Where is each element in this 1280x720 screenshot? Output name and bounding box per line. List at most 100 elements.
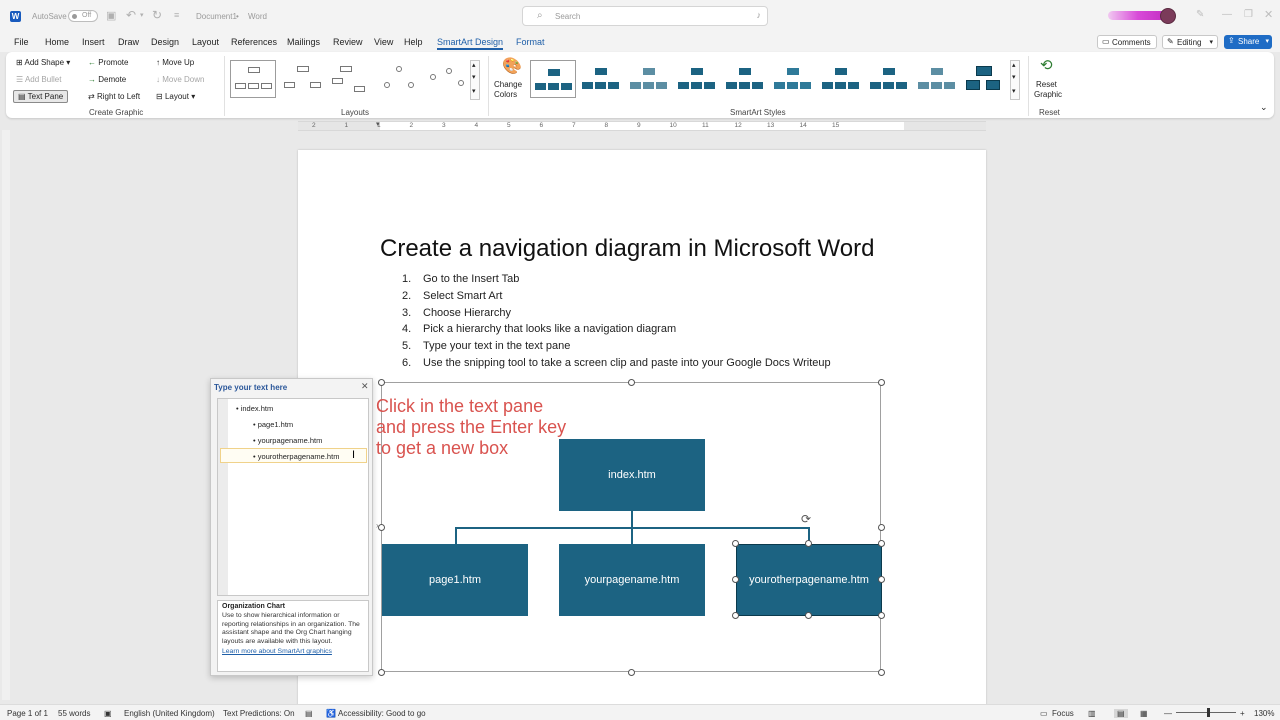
tab-home[interactable]: Home <box>45 37 69 47</box>
close-icon[interactable]: ✕ <box>1264 8 1273 21</box>
document-heading[interactable]: Create a navigation diagram in Microsoft… <box>380 235 874 263</box>
tab-view[interactable]: View <box>374 37 393 47</box>
minimize-icon[interactable]: — <box>1222 9 1232 20</box>
tab-format[interactable]: Format <box>516 37 545 47</box>
autosave-toggle[interactable]: Off <box>68 10 98 22</box>
bullet-item-2[interactable]: • page1.htm <box>253 420 293 429</box>
tab-help[interactable]: Help <box>404 37 423 47</box>
web-layout-icon[interactable]: ▦ <box>1140 709 1148 718</box>
bullet-item-1[interactable]: • index.htm <box>236 404 273 413</box>
style-thumb-5[interactable] <box>722 60 768 98</box>
redo-icon[interactable]: ↻ <box>152 8 162 22</box>
vertical-ruler[interactable] <box>2 130 10 700</box>
shape-handle-n[interactable] <box>805 540 812 547</box>
learn-more-link[interactable]: Learn more about SmartArt graphics <box>222 648 364 655</box>
word-logo-icon[interactable]: W <box>10 11 21 22</box>
list-item-1[interactable]: 1. Go to the Insert Tab <box>402 273 519 285</box>
read-mode-icon[interactable]: ▥ <box>1088 709 1096 718</box>
page-count[interactable]: Page 1 of 1 <box>7 709 48 718</box>
shape-handle-sw[interactable] <box>732 612 739 619</box>
tab-insert[interactable]: Insert <box>82 37 105 47</box>
list-item-4[interactable]: 4. Pick a hierarchy that looks like a nav… <box>402 323 676 335</box>
layout-thumb-half-circle[interactable] <box>328 60 374 98</box>
layout-thumb-circle-picture[interactable] <box>376 60 422 98</box>
tab-review[interactable]: Review <box>333 37 363 47</box>
zoom-in-icon[interactable]: + <box>1240 709 1245 718</box>
zoom-slider[interactable] <box>1176 708 1236 717</box>
style-thumb-2[interactable] <box>578 60 624 98</box>
list-item-5[interactable]: 5. Type your text in the text pane <box>402 340 570 352</box>
resize-handle-e[interactable] <box>878 524 885 531</box>
shape-handle-se[interactable] <box>878 612 885 619</box>
style-thumb-8[interactable] <box>866 60 912 98</box>
resize-handle-ne[interactable] <box>878 379 885 386</box>
customize-qat-icon[interactable]: ≡ <box>174 10 179 20</box>
bullet-item-4[interactable]: • yourotherpagename.htm <box>220 448 367 463</box>
style-thumb-7[interactable] <box>818 60 864 98</box>
macro-icon[interactable]: ▤ <box>305 709 313 718</box>
text-predictions[interactable]: Text Predictions: On <box>223 709 295 718</box>
text-pane-button[interactable]: ▤ Text Pane <box>13 90 69 103</box>
close-icon[interactable]: ✕ <box>361 381 369 392</box>
resize-handle-nw[interactable] <box>378 379 385 386</box>
expand-text-pane-icon[interactable]: › <box>376 521 379 530</box>
editing-mode-button[interactable]: ✎ Editing ▾ <box>1162 35 1218 49</box>
bullet-item-3[interactable]: • yourpagename.htm <box>253 436 322 445</box>
layout-dropdown[interactable]: ⊟ Layout ▾ <box>156 92 195 101</box>
horizontal-ruler[interactable]: 2 1 1 2 3 4 5 6 7 8 9 10 11 12 13 14 15 ▾ <box>298 121 986 131</box>
move-up-button[interactable]: ↑ Move Up <box>156 58 194 67</box>
node-root[interactable]: index.htm <box>559 439 705 511</box>
shape-handle-e[interactable] <box>878 576 885 583</box>
focus-icon[interactable]: ▭ <box>1040 709 1048 718</box>
styles-gallery-scroll[interactable]: ▴ ▾ ▾ <box>1010 60 1020 100</box>
share-button[interactable]: ⇪ Share ▾ <box>1224 35 1272 49</box>
list-item-3[interactable]: 3. Choose Hierarchy <box>402 307 511 319</box>
style-thumb-10-3d[interactable] <box>962 60 1008 98</box>
indent-marker-icon[interactable]: ▾ <box>376 120 380 128</box>
shape-handle-w[interactable] <box>732 576 739 583</box>
zoom-out-icon[interactable]: — <box>1164 709 1172 718</box>
layout-thumb-name-title[interactable] <box>280 60 326 98</box>
rotate-handle-icon[interactable]: ⟳ <box>801 512 811 526</box>
node-child-2[interactable]: yourpagename.htm <box>559 544 705 616</box>
zoom-thumb[interactable] <box>1207 708 1210 717</box>
style-thumb-1[interactable] <box>530 60 576 98</box>
list-item-6[interactable]: 6. Use the snipping tool to take a screen… <box>402 357 831 369</box>
node-child-3[interactable]: yourotherpagename.htm <box>736 544 882 616</box>
add-shape-button[interactable]: ⊞ Add Shape ▾ <box>16 58 70 67</box>
proofing-icon[interactable]: ▣ <box>104 709 112 718</box>
resize-handle-s[interactable] <box>628 669 635 676</box>
style-thumb-9[interactable] <box>914 60 960 98</box>
microphone-icon[interactable]: ♪ <box>757 10 762 20</box>
print-layout-icon[interactable]: ▤ <box>1114 709 1128 718</box>
restore-icon[interactable]: ❐ <box>1244 9 1253 20</box>
right-to-left-button[interactable]: ⇄ Right to Left <box>88 92 140 101</box>
promote-button[interactable]: ← Promote <box>88 58 128 67</box>
accessibility-status[interactable]: Accessibility: Good to go <box>338 709 426 718</box>
resize-handle-n[interactable] <box>628 379 635 386</box>
comments-button[interactable]: ▭ Comments <box>1097 35 1157 49</box>
tab-layout[interactable]: Layout <box>192 37 219 47</box>
resize-handle-se[interactable] <box>878 669 885 676</box>
text-pane[interactable]: Type your text here ✕ • index.htm • page… <box>210 378 373 676</box>
shape-handle-nw[interactable] <box>732 540 739 547</box>
tab-draw[interactable]: Draw <box>118 37 139 47</box>
word-count[interactable]: 55 words <box>58 709 90 718</box>
tab-references[interactable]: References <box>231 37 277 47</box>
style-thumb-3[interactable] <box>626 60 672 98</box>
ribbon-options-icon[interactable]: ✎ <box>1196 9 1204 20</box>
avatar[interactable] <box>1160 8 1176 24</box>
add-bullet-button[interactable]: ☰ Add Bullet <box>16 75 61 84</box>
save-icon[interactable]: ▣ <box>106 9 116 22</box>
demote-button[interactable]: → Demote <box>88 75 126 84</box>
change-colors-button[interactable]: 🎨 Change Colors <box>494 56 526 102</box>
layouts-gallery-scroll[interactable]: ▴ ▾ ▾ <box>470 60 480 100</box>
search-box[interactable]: ⌕ Search ♪ <box>522 6 768 26</box>
resize-handle-sw[interactable] <box>378 669 385 676</box>
tab-smartart-design[interactable]: SmartArt Design <box>437 37 504 50</box>
reset-graphic-button[interactable]: ⟲ Reset Graphic <box>1032 56 1064 102</box>
shape-handle-ne[interactable] <box>878 540 885 547</box>
undo-icon[interactable]: ↶ <box>126 8 136 22</box>
node-child-1[interactable]: page1.htm <box>382 544 528 616</box>
collapse-ribbon-icon[interactable]: ⌄ <box>1260 102 1268 113</box>
